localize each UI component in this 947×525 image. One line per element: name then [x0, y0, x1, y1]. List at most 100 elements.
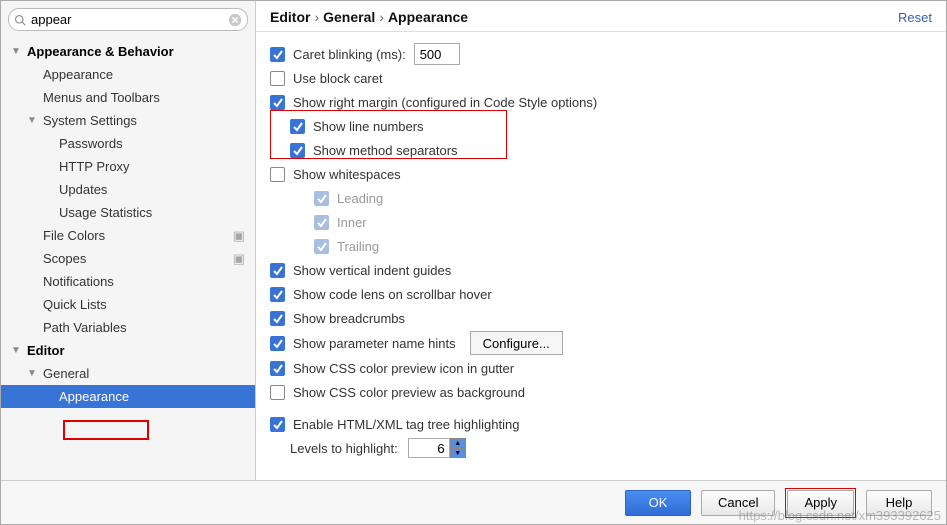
label: Trailing [337, 239, 379, 254]
breadcrumb: Editor›General›Appearance [270, 9, 468, 25]
settings-tree: ▼Appearance & Behavior Appearance Menus … [1, 38, 255, 480]
ok-button[interactable]: OK [625, 490, 691, 516]
tree-label: Updates [59, 182, 107, 197]
tree-label: Appearance [59, 389, 129, 404]
tree-updates[interactable]: Updates [1, 178, 255, 201]
checkbox-css-gutter[interactable] [270, 361, 285, 376]
opt-css-bg: Show CSS color preview as background [270, 380, 932, 404]
tree-usage-statistics[interactable]: Usage Statistics [1, 201, 255, 224]
checkbox-inner[interactable] [314, 215, 329, 230]
tree-http-proxy[interactable]: HTTP Proxy [1, 155, 255, 178]
main-header: Editor›General›Appearance Reset [256, 1, 946, 31]
checkbox-show-method-separators[interactable] [290, 143, 305, 158]
checkbox-breadcrumbs[interactable] [270, 311, 285, 326]
dialog-button-bar: OK Cancel Apply Help [1, 480, 946, 524]
label[interactable]: Caret blinking (ms): [293, 47, 406, 62]
label[interactable]: Show code lens on scrollbar hover [293, 287, 492, 302]
tree-label: System Settings [43, 113, 137, 128]
tree-quick-lists[interactable]: Quick Lists [1, 293, 255, 316]
settings-sidebar: ▼Appearance & Behavior Appearance Menus … [1, 1, 256, 480]
checkbox-leading[interactable] [314, 191, 329, 206]
levels-input[interactable] [408, 438, 450, 458]
tree-label: Menus and Toolbars [43, 90, 160, 105]
spinner-down[interactable]: ▼ [450, 448, 466, 458]
opt-use-block-caret: Use block caret [270, 66, 932, 90]
tree-label: Appearance [43, 67, 113, 82]
chevron-down-icon: ▼ [27, 368, 39, 379]
search-container [8, 8, 248, 31]
label[interactable]: Show whitespaces [293, 167, 401, 182]
label[interactable]: Show parameter name hints [293, 336, 456, 351]
tree-label: General [43, 366, 89, 381]
tree-general[interactable]: ▼ General [1, 362, 255, 385]
label: Leading [337, 191, 383, 206]
tree-file-colors[interactable]: File Colors ▣ [1, 224, 255, 247]
chevron-down-icon: ▼ [11, 345, 23, 356]
tree-label: Quick Lists [43, 297, 107, 312]
opt-leading: Leading [270, 186, 932, 210]
opt-trailing: Trailing [270, 234, 932, 258]
tree-label: File Colors [43, 228, 105, 243]
chevron-down-icon: ▼ [11, 46, 23, 57]
search-icon [14, 14, 26, 26]
label[interactable]: Show CSS color preview icon in gutter [293, 361, 514, 376]
opt-show-line-numbers: Show line numbers [270, 114, 932, 138]
checkbox-show-line-numbers[interactable] [290, 119, 305, 134]
label[interactable]: Show CSS color preview as background [293, 385, 525, 400]
checkbox-code-lens[interactable] [270, 287, 285, 302]
apply-button[interactable]: Apply [787, 490, 854, 516]
caret-blink-input[interactable] [414, 43, 460, 65]
checkbox-trailing[interactable] [314, 239, 329, 254]
opt-show-right-margin: Show right margin (configured in Code St… [270, 90, 932, 114]
opt-param-hints: Show parameter name hints Configure... [270, 330, 932, 356]
tree-editor-appearance[interactable]: Appearance [1, 385, 255, 408]
label[interactable]: Use block caret [293, 71, 383, 86]
checkbox-show-right-margin[interactable] [270, 95, 285, 110]
tree-path-variables[interactable]: Path Variables [1, 316, 255, 339]
tree-system-settings[interactable]: ▼ System Settings [1, 109, 255, 132]
label[interactable]: Show right margin (configured in Code St… [293, 95, 597, 110]
spinner-up[interactable]: ▲ [450, 438, 466, 448]
cancel-button[interactable]: Cancel [701, 490, 775, 516]
checkbox-param-hints[interactable] [270, 336, 285, 351]
opt-show-whitespaces: Show whitespaces [270, 162, 932, 186]
opt-css-gutter: Show CSS color preview icon in gutter [270, 356, 932, 380]
opt-caret-blinking: Caret blinking (ms): [270, 42, 932, 66]
crumb-editor: Editor [270, 9, 310, 25]
tree-editor[interactable]: ▼ Editor [1, 339, 255, 362]
checkbox-html-xml[interactable] [270, 417, 285, 432]
checkbox-css-bg[interactable] [270, 385, 285, 400]
tree-label: Editor [27, 343, 65, 358]
checkbox-caret-blinking[interactable] [270, 47, 285, 62]
tree-menus-toolbars[interactable]: Menus and Toolbars [1, 86, 255, 109]
settings-body: Caret blinking (ms): Use block caret Sho… [256, 32, 946, 480]
checkbox-vertical-indent[interactable] [270, 263, 285, 278]
search-input[interactable] [8, 8, 248, 31]
tree-passwords[interactable]: Passwords [1, 132, 255, 155]
label[interactable]: Show vertical indent guides [293, 263, 451, 278]
apply-highlight: Apply [785, 488, 856, 518]
label[interactable]: Show breadcrumbs [293, 311, 405, 326]
tree-appearance-behavior[interactable]: ▼Appearance & Behavior [1, 40, 255, 63]
project-icon: ▣ [233, 251, 245, 267]
chevron-down-icon: ▼ [27, 115, 39, 126]
tree-notifications[interactable]: Notifications [1, 270, 255, 293]
clear-icon[interactable] [228, 13, 242, 27]
label[interactable]: Show method separators [313, 143, 458, 158]
tree-appearance[interactable]: Appearance [1, 63, 255, 86]
label[interactable]: Show line numbers [313, 119, 424, 134]
tree-label: Usage Statistics [59, 205, 152, 220]
configure-button[interactable]: Configure... [470, 331, 563, 355]
tree-scopes[interactable]: Scopes▣ [1, 247, 255, 270]
opt-show-method-separators: Show method separators [270, 138, 932, 162]
crumb-general: General [323, 9, 375, 25]
opt-levels: Levels to highlight: ▲▼ [270, 436, 932, 460]
label[interactable]: Enable HTML/XML tag tree highlighting [293, 417, 519, 432]
checkbox-show-whitespaces[interactable] [270, 167, 285, 182]
checkbox-use-block-caret[interactable] [270, 71, 285, 86]
help-button[interactable]: Help [866, 490, 932, 516]
reset-link[interactable]: Reset [898, 10, 932, 25]
label: Levels to highlight: [290, 441, 398, 456]
project-icon: ▣ [233, 228, 245, 244]
opt-inner: Inner [270, 210, 932, 234]
